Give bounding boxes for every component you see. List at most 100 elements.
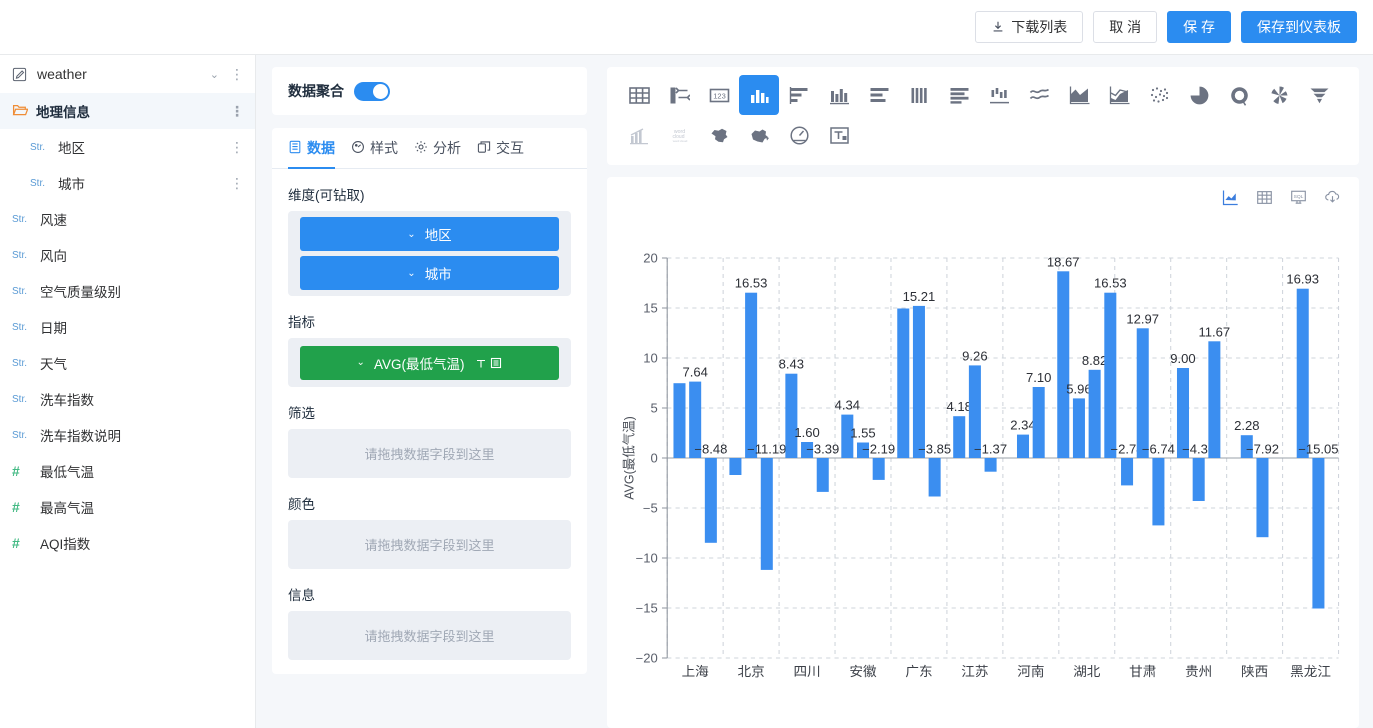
dropzone-placeholder: 请拖拽数据字段到这里 xyxy=(364,535,494,554)
stream-line-icon[interactable] xyxy=(1019,75,1059,115)
field-pill-AVG(最低气温)[interactable]: ⌄AVG(最低气温) xyxy=(300,346,559,380)
field-menu-icon[interactable]: ⋮ xyxy=(229,178,245,188)
svg-text:1.55: 1.55 xyxy=(850,426,875,441)
percent-bar-icon[interactable] xyxy=(939,75,979,115)
chart-area: 123 wordcloudword cloud S xyxy=(601,55,1373,728)
field-pill-城市[interactable]: ⌄城市 xyxy=(300,256,559,290)
field-item-9[interactable]: Str.洗车指数说明 xyxy=(0,417,255,453)
dropzone-4[interactable]: 请拖拽数据字段到这里 xyxy=(288,611,571,660)
dataset-menu-icon[interactable]: ⋮ xyxy=(229,69,245,79)
tab-style[interactable]: 样式 xyxy=(351,138,398,169)
field-item-4[interactable]: Str.风向 xyxy=(0,237,255,273)
map-china-icon[interactable] xyxy=(699,115,739,155)
table-view-icon[interactable] xyxy=(1256,189,1273,206)
svg-text:16.53: 16.53 xyxy=(1094,276,1127,291)
chevron-down-icon[interactable]: ⌄ xyxy=(210,68,219,81)
interaction-icon xyxy=(477,140,491,157)
field-item-6[interactable]: Str.日期 xyxy=(0,309,255,345)
bar-chart-icon[interactable] xyxy=(739,75,779,115)
field-type-badge: Str. xyxy=(12,322,32,333)
tab-analysis[interactable]: 分析 xyxy=(414,138,461,169)
field-item-1[interactable]: Str.地区⋮ xyxy=(0,129,255,165)
stacked-bar-icon[interactable] xyxy=(859,75,899,115)
dropzone-0[interactable]: ⌄地区 ⌄城市 xyxy=(288,211,571,296)
field-type-badge: # xyxy=(12,535,32,551)
donut-chart-icon[interactable] xyxy=(1219,75,1259,115)
svg-text:8.43: 8.43 xyxy=(779,357,804,372)
pill-action-icons[interactable] xyxy=(475,357,502,369)
svg-text:4.18: 4.18 xyxy=(947,399,972,414)
dropzone-2[interactable]: 请拖拽数据字段到这里 xyxy=(288,429,571,478)
field-pill-地区[interactable]: ⌄地区 xyxy=(300,217,559,251)
save-to-dashboard-button[interactable]: 保存到仪表板 xyxy=(1241,11,1357,43)
funnel-chart-icon[interactable] xyxy=(1299,75,1339,115)
edit-dataset-icon[interactable] xyxy=(12,67,27,82)
download-icon xyxy=(991,20,1005,34)
svg-text:123: 123 xyxy=(713,91,726,100)
svg-text:0: 0 xyxy=(651,451,658,466)
field-label: 洗车指数说明 xyxy=(40,425,245,445)
field-label: 风向 xyxy=(40,245,245,265)
multi-column-icon[interactable] xyxy=(899,75,939,115)
svg-text:4.34: 4.34 xyxy=(835,398,860,413)
field-item-11[interactable]: #最高气温 xyxy=(0,489,255,525)
svg-text:黑龙江: 黑龙江 xyxy=(1290,664,1331,679)
save-button[interactable]: 保 存 xyxy=(1167,11,1231,43)
chart-view-icon[interactable] xyxy=(1222,189,1239,206)
main-area: weather ⌄ ⋮ 地理信息⋮Str.地区⋮Str.城市⋮Str.风速Str… xyxy=(0,55,1373,728)
svg-text:贵州: 贵州 xyxy=(1185,664,1212,679)
field-menu-icon[interactable]: ⋮ xyxy=(229,106,245,116)
cancel-button[interactable]: 取 消 xyxy=(1093,11,1157,43)
field-label: 风速 xyxy=(40,209,245,229)
pie-chart-icon[interactable] xyxy=(1179,75,1219,115)
tab-data[interactable]: 数据 xyxy=(288,138,335,169)
dropzone-1[interactable]: ⌄AVG(最低气温) xyxy=(288,338,571,387)
download-cloud-icon[interactable] xyxy=(1324,189,1341,206)
rose-chart-icon[interactable] xyxy=(1259,75,1299,115)
svg-text:11.67: 11.67 xyxy=(1199,325,1231,340)
field-item-7[interactable]: Str.天气 xyxy=(0,345,255,381)
svg-text:18.67: 18.67 xyxy=(1047,255,1080,270)
histogram-icon[interactable] xyxy=(619,115,659,155)
aggregate-toggle[interactable] xyxy=(354,82,390,101)
waterfall-icon[interactable] xyxy=(979,75,1019,115)
number-card-icon[interactable]: 123 xyxy=(699,75,739,115)
field-item-8[interactable]: Str.洗车指数 xyxy=(0,381,255,417)
config-tabs-card: 数据 样式 分析 xyxy=(272,128,587,674)
download-list-button[interactable]: 下载列表 xyxy=(975,11,1083,43)
pivot-table-icon[interactable] xyxy=(659,75,699,115)
line-area-icon[interactable] xyxy=(1099,75,1139,115)
dropzone-3[interactable]: 请拖拽数据字段到这里 xyxy=(288,520,571,569)
grouped-column-icon[interactable] xyxy=(819,75,859,115)
text-card-icon[interactable] xyxy=(819,115,859,155)
svg-text:8.82: 8.82 xyxy=(1082,353,1107,368)
scatter-plot-icon[interactable] xyxy=(1139,75,1179,115)
field-item-3[interactable]: Str.风速 xyxy=(0,201,255,237)
field-label: 最高气温 xyxy=(40,497,245,517)
map-region-icon[interactable] xyxy=(739,115,779,155)
viz-type-row-1: 123 xyxy=(619,75,1347,115)
field-item-0[interactable]: 地理信息⋮ xyxy=(0,93,255,129)
sql-view-icon[interactable]: SQL xyxy=(1290,189,1307,206)
field-item-2[interactable]: Str.城市⋮ xyxy=(0,165,255,201)
aggregate-label: 数据聚合 xyxy=(288,81,344,101)
section-title-0: 维度(可钻取) xyxy=(288,184,571,204)
field-item-5[interactable]: Str.空气质量级别 xyxy=(0,273,255,309)
pill-chevron-icon[interactable]: ⌄ xyxy=(357,357,365,368)
toggle-knob xyxy=(373,84,388,99)
word-cloud-icon[interactable]: wordcloudword cloud xyxy=(659,115,699,155)
field-item-12[interactable]: #AQI指数 xyxy=(0,525,255,561)
field-menu-icon[interactable]: ⋮ xyxy=(229,142,245,152)
field-type-badge: Str. xyxy=(12,358,32,369)
dataset-header[interactable]: weather ⌄ ⋮ xyxy=(0,55,255,93)
table-icon[interactable] xyxy=(619,75,659,115)
tab-interaction[interactable]: 交互 xyxy=(477,138,524,169)
svg-text:7.64: 7.64 xyxy=(682,365,707,380)
area-chart-icon[interactable] xyxy=(1059,75,1099,115)
field-item-10[interactable]: #最低气温 xyxy=(0,453,255,489)
pill-chevron-icon[interactable]: ⌄ xyxy=(407,229,415,240)
gauge-icon[interactable] xyxy=(779,115,819,155)
horizontal-bar-icon[interactable] xyxy=(779,75,819,115)
section-title-3: 颜色 xyxy=(288,493,571,513)
pill-chevron-icon[interactable]: ⌄ xyxy=(407,268,415,279)
